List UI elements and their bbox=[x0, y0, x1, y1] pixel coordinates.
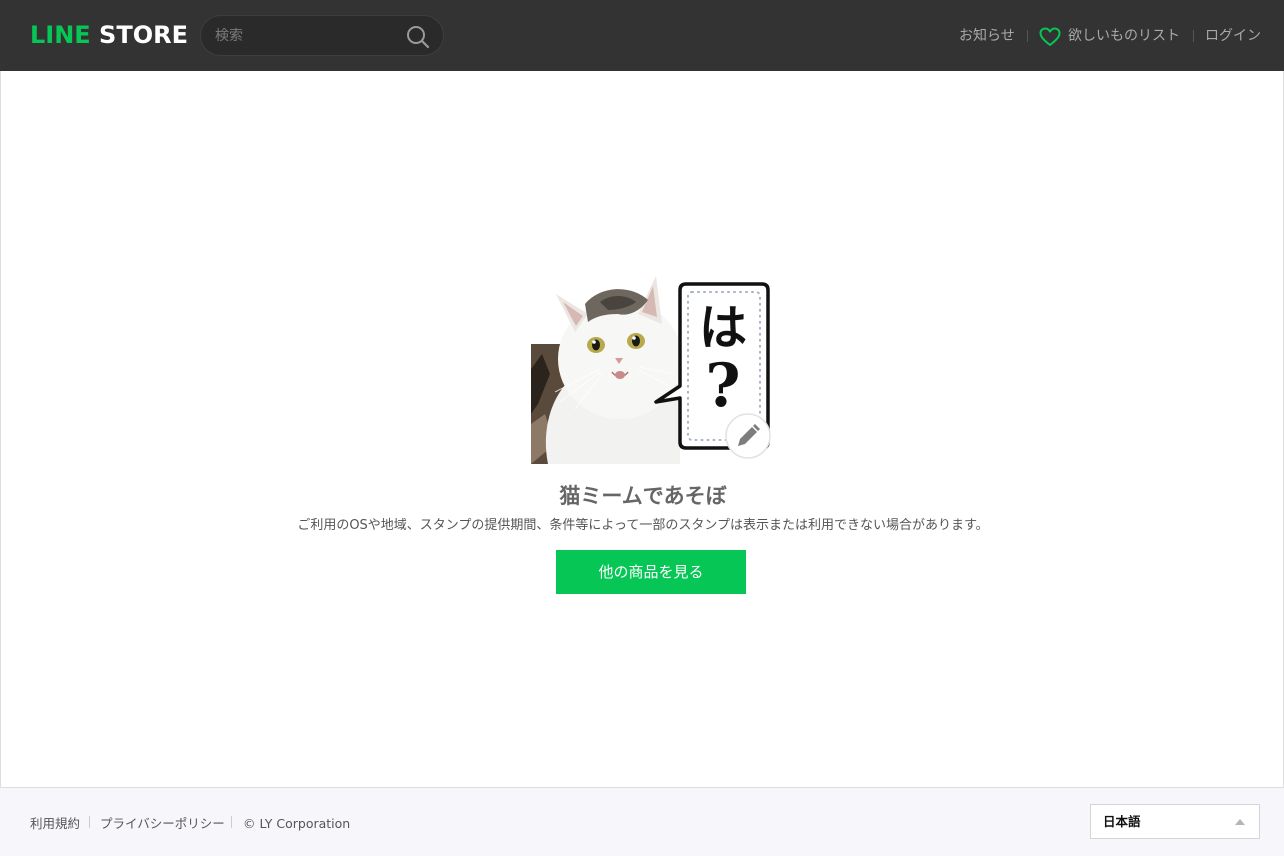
global-footer: 利用規約 プライバシーポリシー © LY Corporation 日本語 bbox=[0, 788, 1284, 856]
nav-news-link[interactable]: お知らせ bbox=[959, 26, 1015, 46]
privacy-policy-link[interactable]: プライバシーポリシー bbox=[100, 815, 225, 832]
global-header: LINE STORE お知らせ 欲しいものリスト ログイン bbox=[0, 0, 1284, 71]
heart-icon bbox=[1039, 27, 1061, 47]
logo-store-text: STORE bbox=[90, 21, 188, 49]
search-box bbox=[200, 15, 444, 56]
search-input[interactable] bbox=[215, 25, 395, 47]
svg-text:?: ? bbox=[705, 351, 740, 421]
search-icon[interactable] bbox=[405, 24, 431, 50]
nav-wishlist-label: 欲しいものリスト bbox=[1068, 28, 1180, 44]
logo-line-text: LINE bbox=[30, 21, 91, 49]
sticker-preview-image[interactable]: は ? bbox=[530, 274, 772, 464]
terms-link[interactable]: 利用規約 bbox=[30, 815, 80, 832]
availability-notice: ご利用のOSや地域、スタンプの提供期間、条件等によって一部のスタンプは表示または… bbox=[297, 518, 989, 533]
language-select-value: 日本語 bbox=[1103, 814, 1141, 829]
line-store-logo[interactable]: LINE STORE bbox=[30, 20, 188, 50]
caret-up-icon bbox=[1235, 819, 1245, 825]
see-other-products-button[interactable]: 他の商品を見る bbox=[556, 550, 746, 594]
product-title: 猫ミームであそぼ bbox=[559, 484, 727, 508]
footer-divider bbox=[231, 816, 232, 828]
footer-divider bbox=[89, 816, 90, 828]
language-select[interactable]: 日本語 bbox=[1090, 804, 1260, 839]
nav-divider bbox=[1027, 30, 1028, 42]
main-content: は ? 猫ミームであそぼ ご利用のOSや地域、スタンプの提供期間、条件等によって… bbox=[0, 71, 1284, 788]
nav-login-link[interactable]: ログイン bbox=[1205, 26, 1261, 46]
copyright-text: © LY Corporation bbox=[243, 816, 351, 831]
svg-text:は: は bbox=[699, 300, 747, 356]
nav-divider bbox=[1193, 30, 1194, 42]
